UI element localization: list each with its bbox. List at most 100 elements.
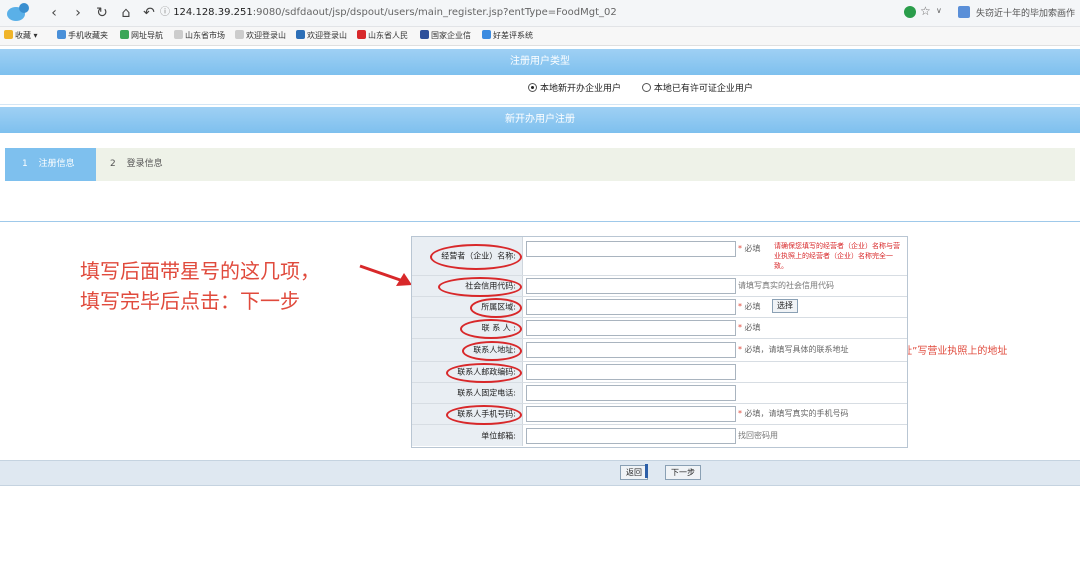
note-line: 填写后面带星号的这几项， <box>80 259 320 283</box>
star-icon[interactable]: ☆ <box>920 4 931 18</box>
register-header: 新开办用户注册 <box>0 107 1080 133</box>
region-input[interactable] <box>526 299 736 315</box>
site-info-icon: ⓘ <box>160 7 174 18</box>
bookmark-label: 山东省人民 <box>368 31 408 40</box>
radio-unchecked-icon[interactable] <box>641 83 651 92</box>
form-row-mobile: 联系人手机号码: * 必填，请填写真实的手机号码 <box>412 404 907 425</box>
folder-icon <box>57 30 66 39</box>
user-type-header: 注册用户类型 <box>0 49 1080 75</box>
postcode-input[interactable] <box>526 364 736 380</box>
undo-icon[interactable]: ↶ <box>140 5 158 21</box>
required-hint: * 必填，请填写具体的联系地址 <box>738 345 849 354</box>
bookmark-label: 收藏 <box>15 31 31 40</box>
bookmark-label: 手机收藏夹 <box>68 31 108 40</box>
step-register-info[interactable]: 1 注册信息 <box>5 148 96 181</box>
step-number: 1 <box>22 159 28 169</box>
choose-region-button[interactable]: 选择 <box>772 299 798 313</box>
page-icon <box>235 30 244 39</box>
url-host: 124.128.39.251 <box>173 7 253 18</box>
bookmark-item[interactable]: 网址导航 <box>120 30 163 42</box>
site-icon <box>296 30 305 39</box>
required-hint: * 必填，请填写真实的手机号码 <box>738 409 849 418</box>
refresh-icon[interactable]: ↻ <box>94 5 110 21</box>
page-icon <box>174 30 183 39</box>
browser-engine-icon[interactable] <box>904 6 916 18</box>
bookmark-item[interactable]: 手机收藏夹 <box>57 30 108 42</box>
tab-favicon <box>958 6 970 18</box>
button-marker-icon <box>645 464 648 478</box>
name-warning: 请确保您填写的经营者（企业）名称与营业执照上的经营者（企业）名称完全一致。 <box>774 242 900 270</box>
home-icon[interactable]: ⌂ <box>118 5 134 21</box>
highlight-ellipse <box>446 363 522 383</box>
address-bar[interactable]: ⓘ 124.128.39.251:9080/sdfdaout/jsp/dspou… <box>160 5 880 21</box>
highlight-ellipse <box>470 298 522 318</box>
register-form: 经营者（企业）名称: * 必填 请确保您填写的经营者（企业）名称与营业执照上的经… <box>411 236 908 448</box>
form-row-postcode: 联系人邮政编码: <box>412 362 907 383</box>
radio-checked-icon[interactable] <box>528 83 537 92</box>
mobile-input[interactable] <box>526 406 736 422</box>
highlight-ellipse <box>462 341 522 361</box>
field-label: 单位邮箱: <box>412 425 523 446</box>
bookmark-item[interactable]: 山东省人民 <box>357 30 408 42</box>
email-input[interactable] <box>526 428 736 444</box>
nav-icon <box>120 30 129 39</box>
bookmark-label: 网址导航 <box>131 31 163 40</box>
divider <box>0 104 1080 105</box>
form-row-credit-code: 社会信用代码: 请填写真实的社会信用代码 <box>412 276 907 297</box>
bookmark-item[interactable]: 山东省市场 <box>174 30 225 42</box>
form-row-contact: 联 系 人 : * 必填 <box>412 318 907 339</box>
address-input[interactable] <box>526 342 736 358</box>
form-row-address: 联系人地址: * 必填，请填写具体的联系地址 <box>412 339 907 362</box>
radio-existing-enterprise[interactable]: 本地已有许可证企业用户 <box>641 83 753 94</box>
user-type-radio-group: 本地新开办企业用户 本地已有许可证企业用户 <box>528 82 753 96</box>
enterprise-name-input[interactable] <box>526 241 736 257</box>
bookmark-item[interactable]: 欢迎登录山 <box>296 30 347 42</box>
form-row-phone: 联系人固定电话: <box>412 383 907 404</box>
bookmark-favorites[interactable]: 收藏 ▾ <box>4 30 38 42</box>
bookmark-item[interactable]: 好差评系统 <box>482 30 533 42</box>
field-hint: 请填写真实的社会信用代码 <box>738 281 834 290</box>
step-number: 2 <box>110 159 116 169</box>
bookmark-label: 欢迎登录山 <box>307 31 347 40</box>
browser-toolbar: ‹ › ↻ ⌂ ↶ ⓘ 124.128.39.251:9080/sdfdaout… <box>0 0 1080 27</box>
highlight-ellipse <box>430 244 522 270</box>
required-hint: * 必填 <box>738 244 761 253</box>
phone-input[interactable] <box>526 385 736 401</box>
bookmarks-bar: 收藏 ▾ 手机收藏夹 网址导航 山东省市场 欢迎登录山 欢迎登录山 山东省人民 … <box>0 27 1080 46</box>
browser-logo-icon <box>6 2 32 22</box>
credit-code-input[interactable] <box>526 278 736 294</box>
radio-label: 本地已有许可证企业用户 <box>653 84 753 94</box>
contact-input[interactable] <box>526 320 736 336</box>
arrow-icon <box>359 264 412 286</box>
bookmark-label: 欢迎登录山 <box>246 31 286 40</box>
highlight-ellipse <box>460 319 522 339</box>
form-row-enterprise-name: 经营者（企业）名称: * 必填 请确保您填写的经营者（企业）名称与营业执照上的经… <box>412 237 907 276</box>
bookmark-label: 山东省市场 <box>185 31 225 40</box>
radio-label: 本地新开办企业用户 <box>540 84 622 94</box>
action-bar <box>0 460 1080 486</box>
next-button[interactable]: 下一步 <box>665 465 701 480</box>
bookmark-item[interactable]: 欢迎登录山 <box>235 30 286 42</box>
field-hint: 找回密码用 <box>738 431 778 440</box>
highlight-ellipse <box>438 277 522 297</box>
side-tab-text[interactable]: 失窃近十年的毕加索画作 <box>976 6 1075 19</box>
site-icon <box>482 30 491 39</box>
url-path: :9080/sdfdaout/jsp/dspout/users/main_reg… <box>252 7 617 18</box>
bookmark-label: 好差评系统 <box>493 31 533 40</box>
required-hint: * 必填 <box>738 323 761 332</box>
form-row-region: 所属区域: * 必填 <box>412 297 907 318</box>
step-label: 登录信息 <box>126 159 163 169</box>
emblem-icon <box>420 30 429 39</box>
back-button[interactable]: 返回 <box>620 465 648 480</box>
field-label: 联系人固定电话: <box>412 383 523 403</box>
step-login-info[interactable]: 2 登录信息 <box>110 148 163 181</box>
forward-icon[interactable]: › <box>70 5 86 21</box>
star-icon <box>4 30 13 39</box>
bookmark-item[interactable]: 国家企业信 <box>420 30 471 42</box>
steps-bar <box>5 148 1075 181</box>
back-icon[interactable]: ‹ <box>46 5 62 21</box>
radio-new-enterprise[interactable]: 本地新开办企业用户 <box>528 83 622 94</box>
divider <box>0 221 1080 222</box>
step-label: 注册信息 <box>38 159 75 169</box>
dropdown-icon[interactable]: ∨ <box>936 6 942 15</box>
